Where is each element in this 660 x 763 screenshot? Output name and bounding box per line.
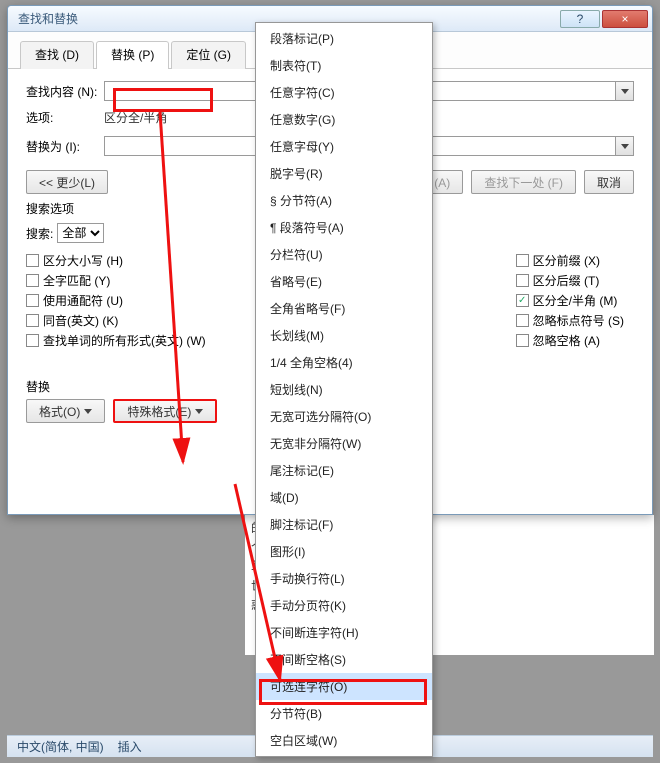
menu-item[interactable]: 无宽非分隔符(W) [256, 430, 432, 457]
replace-dropdown[interactable] [616, 136, 634, 156]
search-scope-select[interactable]: 全部 [57, 223, 104, 243]
status-language[interactable]: 中文(简体, 中国) [17, 738, 104, 755]
menu-item[interactable]: ¶ 段落符号(A) [256, 214, 432, 241]
checkbox-label: 使用通配符 (U) [43, 292, 123, 309]
checkbox-icon [26, 254, 39, 267]
special-format-button[interactable]: 特殊格式(E) [113, 399, 217, 423]
search-scope-label: 搜索: [26, 225, 53, 242]
help-button[interactable]: ? [560, 10, 600, 28]
option-checkbox[interactable]: 查找单词的所有形式(英文) (W) [26, 332, 206, 349]
right-options: 区分前缀 (X) 区分后缀 (T) 区分全/半角 (M) 忽略标点符号 (S) 忽略空格… [516, 249, 624, 352]
close-icon: × [621, 12, 628, 26]
menu-item[interactable]: 可选连字符(O) [256, 673, 432, 700]
checkbox-icon [516, 314, 529, 327]
option-checkbox[interactable]: 全字匹配 (Y) [26, 272, 206, 289]
help-icon: ? [577, 12, 584, 26]
checkbox-label: 区分后缀 (T) [533, 272, 600, 289]
chevron-down-icon [84, 409, 92, 414]
checkbox-icon [26, 294, 39, 307]
menu-item[interactable]: 制表符(T) [256, 52, 432, 79]
special-format-menu[interactable]: 段落标记(P)制表符(T)任意字符(C)任意数字(G)任意字母(Y)脱字号(R)… [255, 22, 433, 757]
checkbox-label: 忽略标点符号 (S) [533, 312, 624, 329]
tab-find[interactable]: 查找 (D) [20, 41, 94, 69]
checkbox-label: 全字匹配 (Y) [43, 272, 110, 289]
checkbox-label: 区分全/半角 (M) [533, 292, 618, 309]
find-next-button[interactable]: 查找下一处 (F) [471, 170, 576, 194]
checkbox-label: 区分大小写 (H) [43, 252, 123, 269]
status-insert[interactable]: 插入 [118, 738, 142, 755]
option-checkbox[interactable]: 忽略标点符号 (S) [516, 312, 624, 329]
option-checkbox[interactable]: 忽略空格 (A) [516, 332, 624, 349]
menu-item[interactable]: § 分节符(A) [256, 187, 432, 214]
menu-item[interactable]: 省略号(E) [256, 268, 432, 295]
close-button[interactable]: × [602, 10, 648, 28]
less-button[interactable]: << 更少(L) [26, 170, 108, 194]
menu-item[interactable]: 任意字母(Y) [256, 133, 432, 160]
menu-item[interactable]: 脱字号(R) [256, 160, 432, 187]
menu-item[interactable]: 全角省略号(F) [256, 295, 432, 322]
option-checkbox[interactable]: 区分前缀 (X) [516, 252, 624, 269]
find-dropdown[interactable] [616, 81, 634, 101]
checkbox-icon [26, 314, 39, 327]
checkbox-icon [516, 274, 529, 287]
menu-item[interactable]: 手动分页符(K) [256, 592, 432, 619]
replace-label: 替换为 (I): [26, 138, 104, 155]
options-label: 选项: [26, 109, 104, 126]
menu-item[interactable]: 长划线(M) [256, 322, 432, 349]
menu-item[interactable]: 段落标记(P) [256, 25, 432, 52]
option-checkbox[interactable]: 区分全/半角 (M) [516, 292, 624, 309]
cancel-button[interactable]: 取消 [584, 170, 634, 194]
menu-item[interactable]: 手动换行符(L) [256, 565, 432, 592]
menu-item[interactable]: 短划线(N) [256, 376, 432, 403]
menu-item[interactable]: 脚注标记(F) [256, 511, 432, 538]
checkbox-icon [26, 334, 39, 347]
option-checkbox[interactable]: 区分后缀 (T) [516, 272, 624, 289]
checkbox-icon [516, 254, 529, 267]
chevron-down-icon [195, 409, 203, 414]
menu-item[interactable]: 任意数字(G) [256, 106, 432, 133]
checkbox-icon [516, 294, 529, 307]
find-label: 查找内容 (N): [26, 83, 104, 100]
option-checkbox[interactable]: 区分大小写 (H) [26, 252, 206, 269]
menu-item[interactable]: 图形(I) [256, 538, 432, 565]
checkbox-label: 区分前缀 (X) [533, 252, 600, 269]
menu-item[interactable]: 分节符(B) [256, 700, 432, 727]
option-checkbox[interactable]: 同音(英文) (K) [26, 312, 206, 329]
checkbox-label: 查找单词的所有形式(英文) (W) [43, 332, 206, 349]
tab-replace[interactable]: 替换 (P) [96, 41, 169, 69]
menu-item[interactable]: 分栏符(U) [256, 241, 432, 268]
checkbox-icon [516, 334, 529, 347]
checkbox-icon [26, 274, 39, 287]
tab-goto[interactable]: 定位 (G) [171, 41, 246, 69]
chevron-down-icon [621, 89, 629, 94]
checkbox-label: 忽略空格 (A) [533, 332, 600, 349]
menu-item[interactable]: 不间断连字符(H) [256, 619, 432, 646]
menu-item[interactable]: 域(D) [256, 484, 432, 511]
options-value: 区分全/半角 [104, 109, 167, 126]
menu-item[interactable]: 尾注标记(E) [256, 457, 432, 484]
menu-item[interactable]: 无宽可选分隔符(O) [256, 403, 432, 430]
menu-item[interactable]: 任意字符(C) [256, 79, 432, 106]
checkbox-label: 同音(英文) (K) [43, 312, 118, 329]
menu-item[interactable]: 空白区域(W) [256, 727, 432, 754]
chevron-down-icon [621, 144, 629, 149]
menu-item[interactable]: 1/4 全角空格(4) [256, 349, 432, 376]
left-options: 区分大小写 (H) 全字匹配 (Y) 使用通配符 (U) 同音(英文) (K) 查找单词… [26, 249, 206, 352]
menu-item[interactable]: 不间断空格(S) [256, 646, 432, 673]
format-button[interactable]: 格式(O) [26, 399, 105, 423]
option-checkbox[interactable]: 使用通配符 (U) [26, 292, 206, 309]
